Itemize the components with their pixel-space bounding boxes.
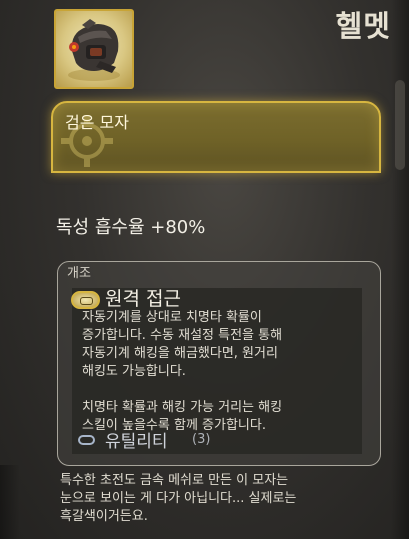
item-stat: 독성 흡수율 +80% xyxy=(56,217,206,238)
empty-slot-icon xyxy=(78,435,95,445)
helmet-icon xyxy=(54,9,134,89)
mod-primary-description: 자동기계를 상대로 치명타 확률이 증가합니다. 수동 재설정 특전을 통해 자… xyxy=(82,310,283,433)
mods-panel: 개조 원격 접근 자동기계를 상대로 치명타 확률이 증가합니다. 수동 재설정… xyxy=(57,261,381,466)
flavor-text: 특수한 초전도 금속 메쉬로 만든 이 모자는 눈으로 보이는 게 다가 아닙니… xyxy=(60,473,297,524)
item-category-title: 헬멧 xyxy=(335,9,391,43)
mod-secondary-count: (3) xyxy=(192,432,211,447)
mods-header: 개조 xyxy=(67,266,91,281)
item-name-banner: 검은 모자 xyxy=(51,101,381,173)
right-edge-decoration xyxy=(391,0,409,539)
mod-secondary-name: 유틸리티 xyxy=(105,432,168,452)
item-name: 검은 모자 xyxy=(65,113,129,132)
chip-mod-icon xyxy=(71,291,100,309)
left-edge-decoration xyxy=(0,465,20,539)
mod-primary-name: 원격 접근 xyxy=(105,288,181,310)
